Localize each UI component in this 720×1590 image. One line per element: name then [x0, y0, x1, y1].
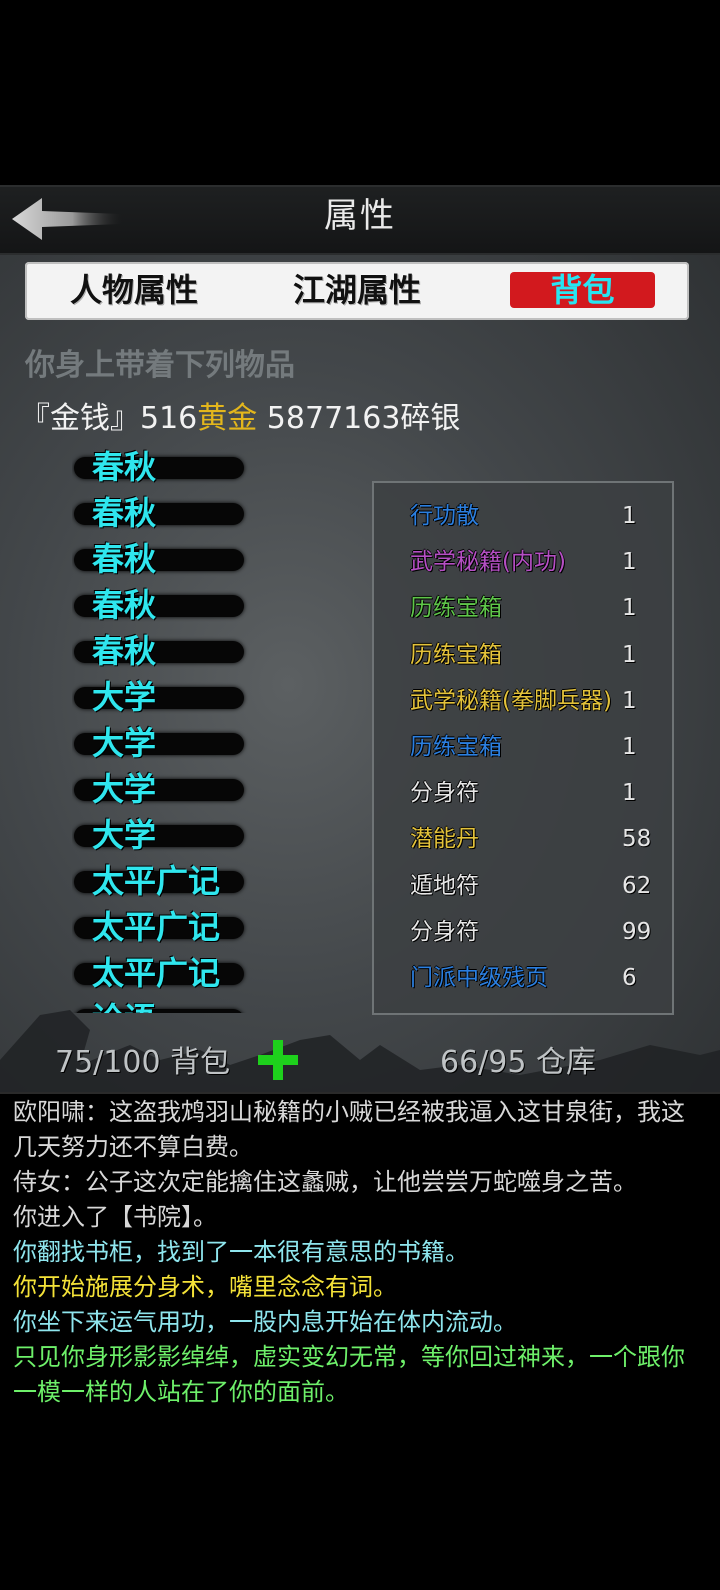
gold-label: 黄金 [197, 401, 258, 436]
inventory-item[interactable]: 遁地符 62 [374, 863, 670, 909]
inventory-subtitle: 你身上带着下列物品 [25, 348, 295, 383]
book-item[interactable]: 春秋 [72, 445, 247, 491]
book-item[interactable]: 太平广记 [72, 951, 247, 997]
inventory-item-name: 武学秘籍(内功) [410, 549, 566, 576]
inventory-item-quantity: 1 [622, 549, 637, 576]
inventory-item-name: 潜能丹 [410, 826, 479, 853]
inventory-item[interactable]: 门派中级残页 6 [374, 955, 670, 1001]
item-list: 行功散 1 武学秘籍(内功) 1 历练宝箱 1 历练宝箱 1 武学秘籍(拳脚兵器) 1 历练宝箱 1 分… [372, 481, 674, 1015]
log-line: 只见你身形影影绰绰，虚实变幻无常，等你回过神来，一个跟你一模一样的人站在了你的面… [13, 1343, 685, 1406]
tab-jianghu-attributes[interactable]: 江湖属性 [293, 268, 421, 312]
log-line: 你翻找书柜，找到了一本很有意思的书籍。 [13, 1238, 469, 1266]
message-log-lines: 欧阳啸：这盗我鸩羽山秘籍的小贼已经被我逼入这甘泉街，我这几天努力还不算白费。侍女… [13, 1095, 693, 1410]
expand-bag-button[interactable] [258, 1040, 298, 1080]
inventory-item-name: 历练宝箱 [410, 595, 502, 622]
book-item[interactable]: 太平广记 [72, 859, 247, 905]
inventory-item-quantity: 1 [622, 734, 637, 760]
inventory-item-quantity: 1 [622, 595, 637, 622]
inventory-item-name: 遁地符 [410, 872, 479, 899]
book-item-label: 大学 [92, 770, 157, 808]
inventory-item[interactable]: 历练宝箱 1 [374, 585, 670, 631]
book-item[interactable]: 春秋 [72, 491, 247, 537]
inventory-item-name: 分身符 [410, 918, 479, 945]
inventory-item[interactable]: 分身符 99 [374, 909, 670, 955]
inventory-item-name: 武学秘籍(拳脚兵器) [410, 687, 612, 714]
inventory-item-quantity: 1 [622, 687, 637, 714]
log-line: 侍女：公子这次定能擒住这蠡贼，让他尝尝万蛇噬身之苦。 [13, 1168, 637, 1196]
book-item-label: 春秋 [92, 586, 157, 624]
inventory-item-quantity: 62 [622, 872, 652, 899]
inventory-item-name: 分身符 [410, 780, 479, 807]
book-item[interactable]: 太平广记 [72, 905, 247, 951]
tab-backpack[interactable]: 背包 [510, 272, 655, 308]
book-item[interactable]: 春秋 [72, 583, 247, 629]
book-item-label: 太平广记 [92, 908, 221, 946]
storage-capacity[interactable]: 66/95 仓库 [440, 1037, 596, 1081]
book-item-label: 春秋 [92, 632, 157, 670]
book-item[interactable]: 大学 [72, 813, 247, 859]
inventory-item-name: 历练宝箱 [410, 641, 502, 668]
inventory-item-quantity: 99 [622, 918, 652, 945]
book-item-label: 大学 [92, 678, 157, 716]
book-item-label: 春秋 [92, 494, 157, 532]
log-line: 你开始施展分身术，嘴里念念有词。 [13, 1273, 397, 1301]
inventory-item[interactable]: 潜能丹 58 [374, 816, 670, 862]
book-item-label: 大学 [92, 724, 157, 762]
inventory-item[interactable]: 行功散 1 [374, 493, 670, 539]
tab-bar: 人物属性 江湖属性 背包 [25, 262, 689, 320]
inventory-item[interactable]: 分身符 1 [374, 770, 670, 816]
inventory-item-quantity: 58 [622, 826, 652, 853]
money-prefix: 『金钱』516 [20, 401, 198, 436]
book-item-label: 春秋 [92, 448, 157, 486]
inventory-item-name: 历练宝箱 [410, 734, 502, 760]
inventory-item[interactable]: 历练宝箱 1 [374, 632, 670, 678]
inventory-item[interactable]: 武学秘籍(拳脚兵器) 1 [374, 678, 670, 724]
inventory-item[interactable]: 历练宝箱 1 [374, 724, 670, 770]
book-item-label: 太平广记 [92, 954, 221, 992]
money-line: 『金钱』516黄金 5877163碎银 [20, 393, 460, 437]
log-line: 欧阳啸：这盗我鸩羽山秘籍的小贼已经被我逼入这甘泉街，我这几天努力还不算白费。 [13, 1098, 685, 1161]
book-item[interactable]: 春秋 [72, 629, 247, 675]
inventory-item[interactable]: 武学秘籍(内功) 1 [374, 539, 670, 585]
page-title: 属性 [324, 196, 396, 236]
inventory-item-name: 门派中级残页 [410, 965, 548, 991]
log-line: 你坐下来运气用功，一股内息开始在体内流动。 [13, 1308, 517, 1336]
book-list: 春秋春秋春秋春秋春秋大学大学大学大学太平广记太平广记太平广记论语 [72, 445, 262, 1013]
bag-capacity: 75/100 背包 [55, 1045, 231, 1080]
inventory-item-quantity: 1 [622, 503, 637, 529]
silver-amount: 5877163碎银 [257, 401, 461, 436]
inventory-item-quantity: 6 [622, 965, 637, 991]
tab-character-attributes[interactable]: 人物属性 [70, 268, 198, 312]
inventory-item-quantity: 1 [622, 780, 637, 807]
log-line: 你进入了【书院】。 [13, 1203, 217, 1231]
book-item-label: 春秋 [92, 540, 157, 578]
inventory-item-name: 行功散 [410, 503, 479, 529]
book-item[interactable]: 春秋 [72, 537, 247, 583]
book-item[interactable]: 大学 [72, 675, 247, 721]
book-item-label: 太平广记 [92, 862, 221, 900]
book-item[interactable]: 大学 [72, 721, 247, 767]
book-item[interactable]: 大学 [72, 767, 247, 813]
inventory-item-quantity: 1 [622, 641, 637, 668]
book-item-label: 大学 [92, 816, 157, 854]
